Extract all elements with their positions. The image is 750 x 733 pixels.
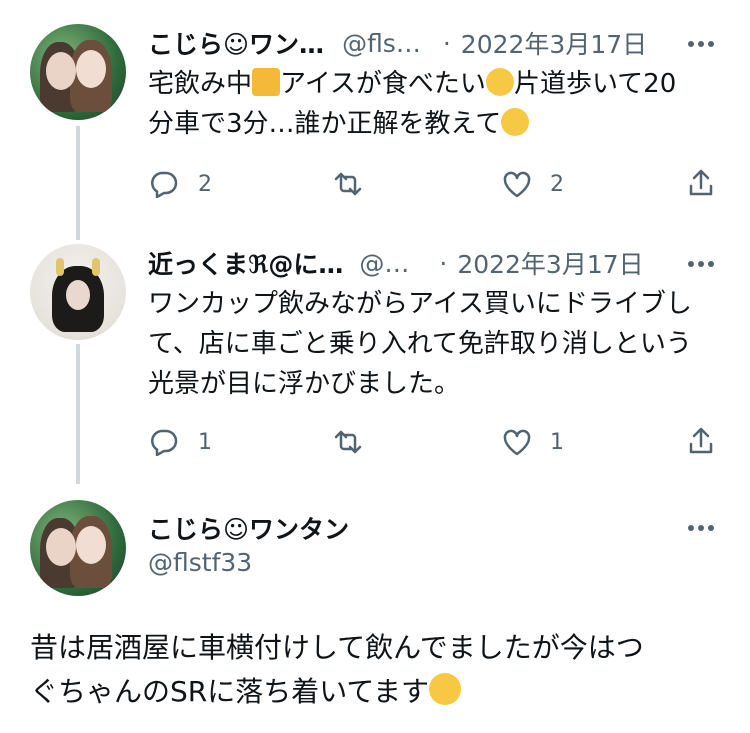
tweet-text: ワンカップ飲みながらアイス買いにドライブし て、店に車ごと乗り入れて免許取り消し… [148,284,728,404]
tweet-text-line: 光景が目に浮かびました。 [148,369,461,399]
share-icon[interactable] [686,424,716,458]
tweet-text-line: ワンカップ飲みながらアイス買いにドライブし [148,289,692,319]
avatar[interactable] [30,24,126,120]
handle[interactable]: @flstf33 [148,548,252,577]
like-icon[interactable] [500,168,534,200]
display-name[interactable]: 近っくまℜ@に… [148,245,343,281]
tweet-date[interactable]: 2022年3月17日 [457,245,643,281]
rolling-eyes-emoji [501,108,530,136]
display-name[interactable]: こじら☺ワン… [148,25,324,61]
tweet-text-segment: 片道歩いて20 [513,69,677,99]
tweet-header: こじら☺ワン… @fls… · 2022年3月17日 [148,26,718,60]
reply-icon[interactable] [148,426,180,458]
reply-count: 2 [198,172,212,197]
tweet-text-segment: ぐちゃんのSRに落ち着いてます [30,675,429,708]
more-icon[interactable] [686,514,716,542]
thread-line [76,126,80,240]
handle[interactable]: @… [359,249,409,278]
avatar[interactable] [30,500,126,596]
share-icon[interactable] [686,166,716,200]
tweet-header: 近っくまℜ@に… @… · 2022年3月17日 [148,246,718,280]
reply-icon[interactable] [148,168,180,200]
more-icon[interactable] [686,250,716,278]
tweet-date[interactable]: 2022年3月17日 [461,25,647,61]
avatar[interactable] [30,244,126,340]
more-icon[interactable] [686,30,716,58]
display-name[interactable]: こじら☺ワンタン [148,510,349,546]
reply-count: 1 [198,430,212,455]
tweet-text-line: て、店に車ごと乗り入れて免許取り消しという [148,329,692,359]
tweet-text-segment: 宅飲み中 [148,69,253,99]
like-icon[interactable] [500,426,534,458]
thread-line [76,344,80,484]
tweet-text-segment: アイスが食べたい [280,69,486,99]
retweet-icon[interactable] [330,168,366,200]
retweet-icon[interactable] [330,426,366,458]
separator: · [442,28,451,58]
confounded-emoji [485,68,514,96]
tweet-text: 宅飲み中 アイスが食べたい 片道歩いて20 分車で3分…誰か正解を教えて [148,64,718,144]
beer-emoji [252,68,281,96]
like-count: 1 [550,430,564,455]
handle[interactable]: @fls… [342,29,421,58]
like-count: 2 [550,172,564,197]
tweet-text-segment: 分車で3分…誰か正解を教えて [148,109,502,139]
yum-emoji [429,673,461,705]
separator: · [439,248,448,278]
main-tweet-text: 昔は居酒屋に車横付けして飲んでましたが今はつ ぐちゃんのSRに落ち着いてます [30,626,730,714]
tweet-text-line: 昔は居酒屋に車横付けして飲んでましたが今はつ [30,631,644,664]
